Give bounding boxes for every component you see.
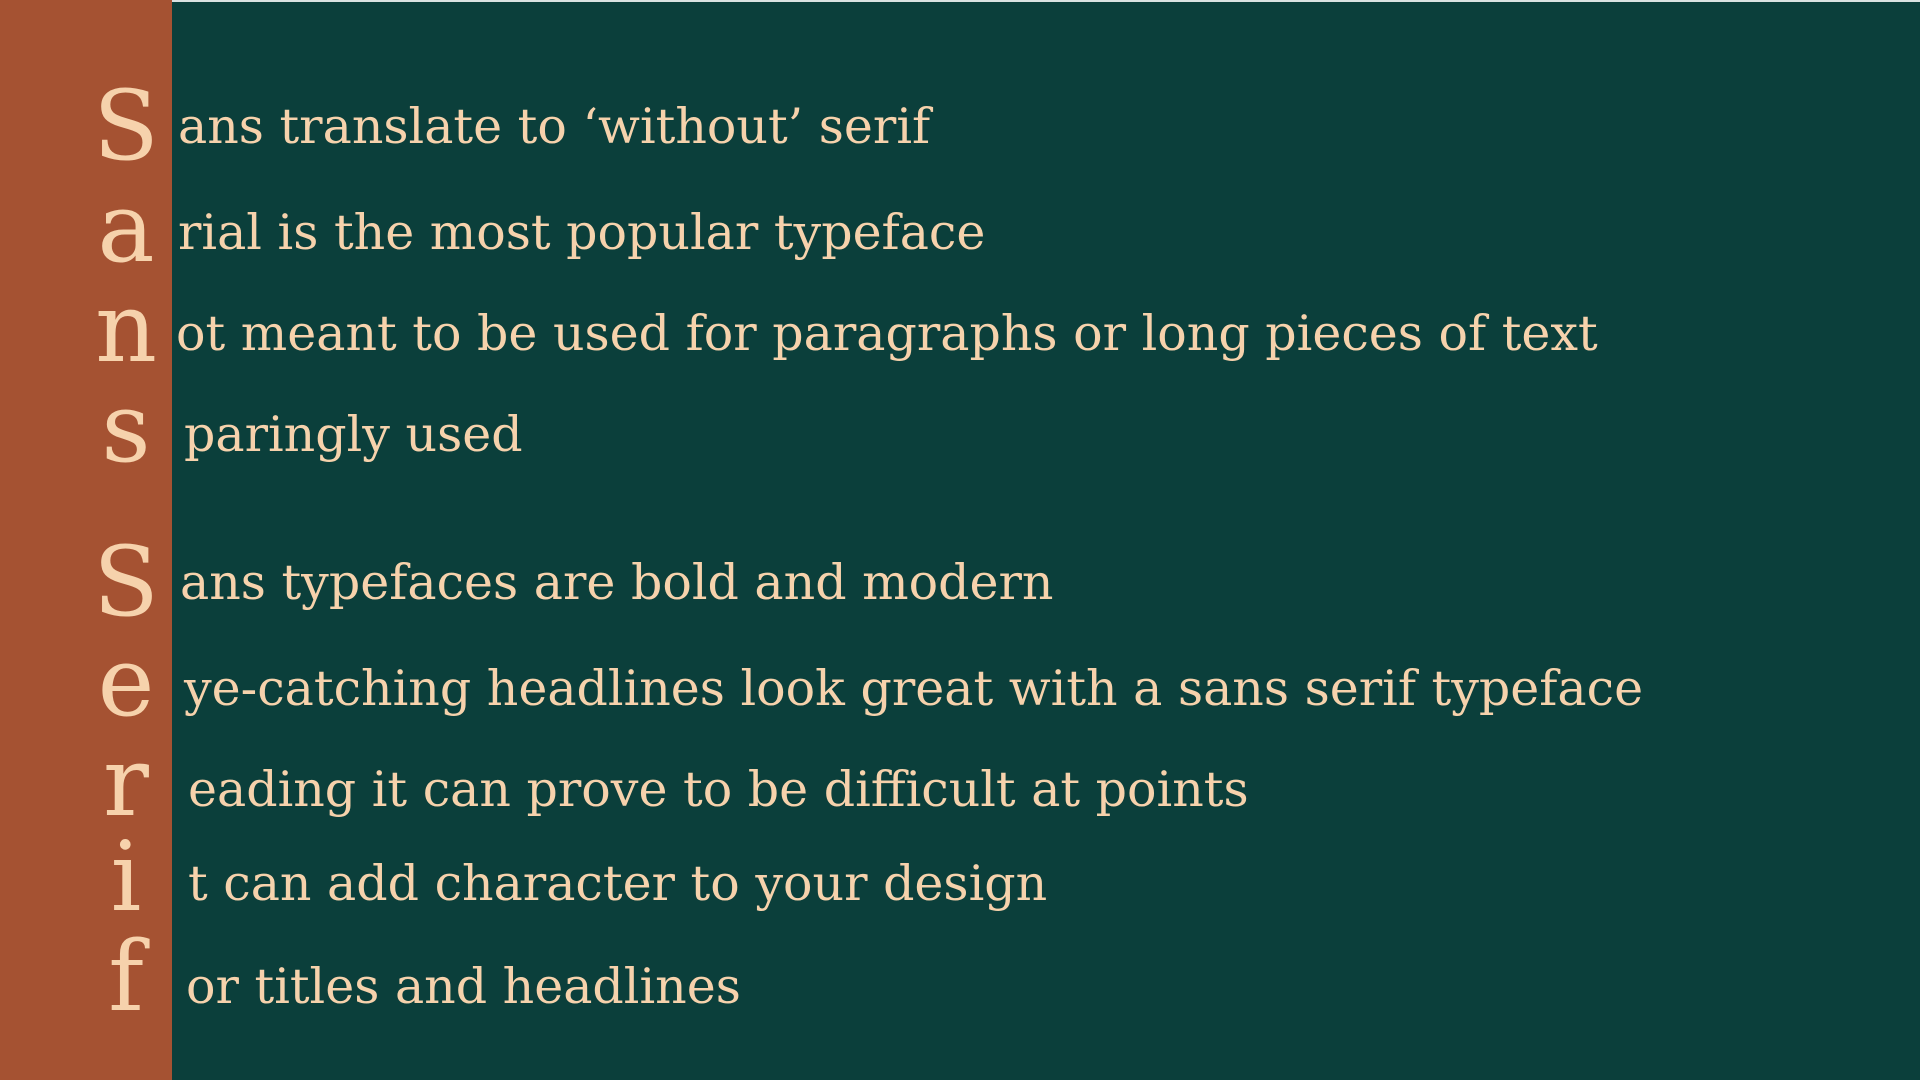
acrostic-text: or titles and headlines — [186, 958, 741, 1015]
acrostic-initial: a — [97, 172, 155, 284]
acrostic-line: f or titles and headlines — [0, 929, 1900, 1025]
acrostic-initial: n — [95, 272, 157, 384]
acrostic-initial: e — [97, 626, 155, 738]
slide: S ans translate to ‘without’ serif a ria… — [0, 0, 1920, 1080]
acrostic-text: rial is the most popular typeface — [178, 204, 986, 261]
acrostic-line: s paringly used — [0, 380, 1900, 476]
acrostic-line: n ot meant to be used for paragraphs or … — [0, 280, 1900, 376]
acrostic-initial: i — [110, 821, 142, 933]
acrostic-line: S ans translate to ‘without’ serif — [0, 78, 1900, 174]
acrostic-line: e ye-catching headlines look great with … — [0, 634, 1900, 730]
top-divider — [172, 0, 1920, 2]
acrostic-initial: f — [108, 921, 144, 1033]
acrostic-text: ans translate to ‘without’ serif — [178, 98, 931, 155]
acrostic-initial: S — [93, 526, 159, 638]
acrostic-text: ye-catching headlines look great with a … — [184, 660, 1644, 717]
acrostic-line: a rial is the most popular typeface — [0, 180, 1900, 276]
acrostic-initial: S — [93, 70, 159, 182]
acrostic-text: t can add character to your design — [188, 855, 1048, 912]
acrostic-line: S ans typefaces are bold and modern — [0, 534, 1900, 630]
acrostic-initial: s — [101, 372, 151, 484]
acrostic-text: ans typefaces are bold and modern — [180, 554, 1054, 611]
acrostic-text: eading it can prove to be difficult at p… — [188, 761, 1249, 818]
acrostic-line: r eading it can prove to be difficult at… — [0, 734, 1900, 830]
acrostic-text: paringly used — [184, 406, 523, 463]
acrostic-text: ot meant to be used for paragraphs or lo… — [176, 305, 1598, 362]
acrostic-initial: r — [103, 726, 149, 838]
acrostic-line: i t can add character to your design — [0, 829, 1900, 925]
